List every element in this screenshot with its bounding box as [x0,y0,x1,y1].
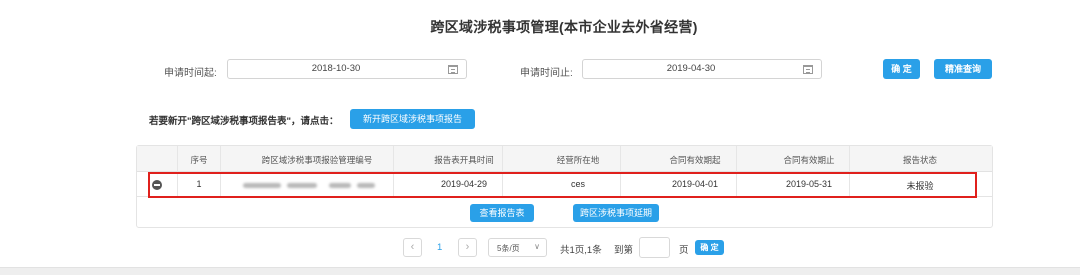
bottom-strip [0,267,1080,275]
page-unit-label: 页 [679,245,689,256]
row-highlight-box [148,172,977,198]
header-status: 报告状态 [902,155,937,165]
pagination-summary: 共1页,1条 [560,245,602,256]
table-header: 序号 跨区域涉税事项报验管理编号 报告表开具时间 经营所在地 合同有效期起 合同… [137,146,992,172]
precise-search-button[interactable]: 精准查询 [934,59,992,79]
new-report-hint: 若要新开"跨区域涉税事项报告表"，请点击： [149,116,339,127]
start-date-input[interactable]: 2018-10-30 [227,59,467,79]
confirm-button[interactable]: 确 定 [883,59,920,79]
header-code: 跨区域涉税事项报验管理编号 [261,155,373,165]
page-title: 跨区域涉税事项管理(本市企业去外省经营) [430,19,698,35]
calendar-icon[interactable] [448,65,458,74]
prev-page-button[interactable]: ‹ [403,238,422,257]
next-page-button[interactable]: › [458,238,477,257]
current-page[interactable]: 1 [437,242,442,253]
calendar-icon[interactable] [803,65,813,74]
header-index: 序号 [190,155,208,165]
page: 跨区域涉税事项管理(本市企业去外省经营) 申请时间起: 2018-10-30 申… [0,0,1080,275]
goto-confirm-button[interactable]: 确 定 [695,240,724,255]
chevron-down-icon: ∨ [534,242,540,251]
goto-label: 到第 [614,245,634,256]
extend-button[interactable]: 跨区涉税事项延期 [573,204,659,222]
start-date-value: 2018-10-30 [311,63,361,74]
end-date-value: 2019-04-30 [666,63,716,74]
start-date-label: 申请时间起: [164,68,217,79]
goto-page-input[interactable] [639,237,670,258]
view-report-button[interactable]: 查看报告表 [470,204,534,222]
page-size-select[interactable]: 5条/页 ∨ [488,238,547,257]
new-report-button[interactable]: 新开跨区域涉税事项报告 [350,109,475,129]
end-date-label: 申请时间止: [520,68,573,79]
end-date-input[interactable]: 2019-04-30 [582,59,822,79]
page-size-value: 5条/页 [497,244,520,253]
